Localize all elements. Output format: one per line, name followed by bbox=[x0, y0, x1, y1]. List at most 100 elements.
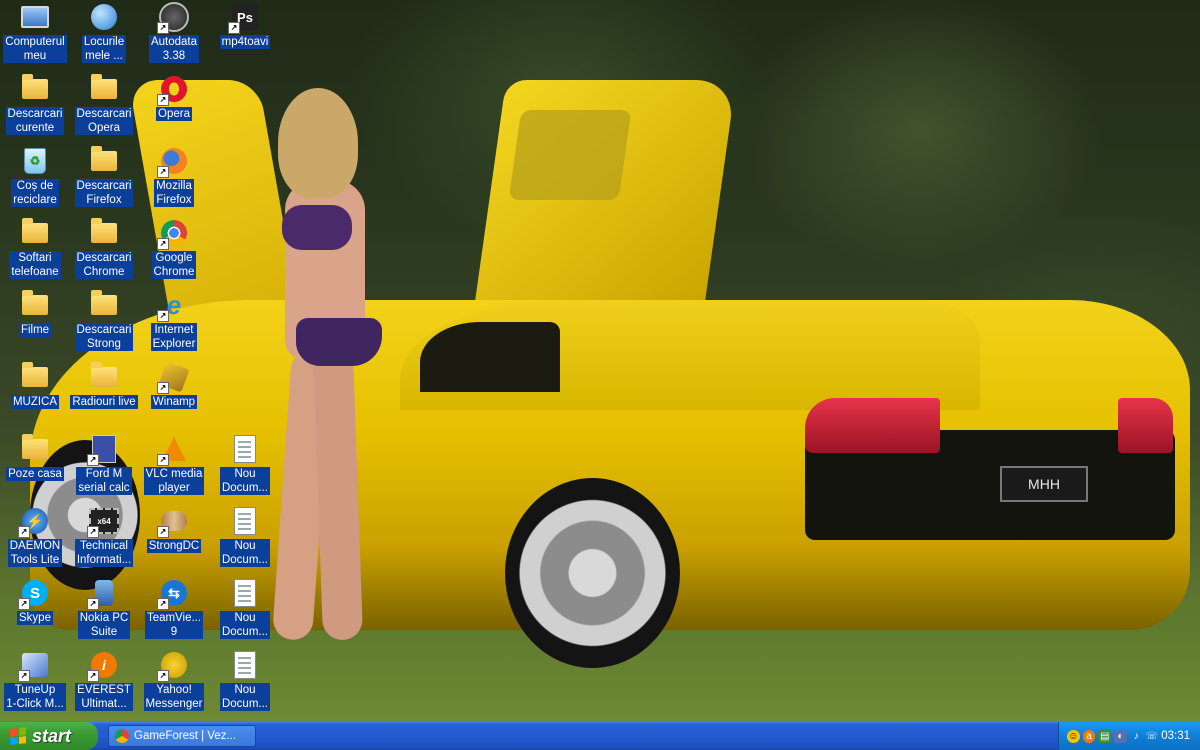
desktop-icon-mp4toavi[interactable]: Psmp4toavi bbox=[209, 2, 281, 72]
taskbar: start GameForest | Vez... ☺ a ▤ ◐ ♪ ☏ 03… bbox=[0, 722, 1200, 750]
phone-icon[interactable]: ☏ bbox=[1146, 730, 1159, 743]
desktop-icon-label: Descarcari Chrome bbox=[74, 251, 134, 279]
desktop-icon-label: Technical Informati... bbox=[74, 539, 134, 567]
folder-icon bbox=[89, 146, 119, 176]
skype-icon: S bbox=[18, 578, 50, 610]
yahoo-messenger-icon bbox=[157, 650, 189, 682]
desktop-icon-yahoo[interactable]: Yahoo! Messenger bbox=[138, 650, 210, 720]
desktop-icon-muzica[interactable]: MUZICA bbox=[0, 362, 71, 432]
desktop-icon-network[interactable]: Locurile mele ... bbox=[68, 2, 140, 72]
desktop-icon-dl-current[interactable]: Descarcari curente bbox=[0, 74, 71, 144]
clock[interactable]: 03:31 bbox=[1161, 730, 1190, 742]
desktop-icon-dl-firefox[interactable]: Descarcari Firefox bbox=[68, 146, 140, 216]
desktop-icon-autodata[interactable]: Autodata 3.38 bbox=[138, 2, 210, 72]
desktop-icon-label: VLC media player bbox=[143, 467, 205, 495]
desktop-icon-label: Filme bbox=[18, 323, 52, 337]
desktop-icon-label: EVEREST Ultimat... bbox=[75, 683, 133, 711]
opera-icon bbox=[157, 74, 189, 106]
desktop-icon-dl-chrome[interactable]: Descarcari Chrome bbox=[68, 218, 140, 288]
desktop-icon-nou3[interactable]: Nou Docum... bbox=[209, 578, 281, 648]
desktop-icon-opera[interactable]: Opera bbox=[138, 74, 210, 144]
desktop-icon-label: Descarcari Firefox bbox=[74, 179, 134, 207]
desktop-icon-ie[interactable]: eInternet Explorer bbox=[138, 290, 210, 360]
desktop-icon-techinfo[interactable]: x64Technical Informati... bbox=[68, 506, 140, 576]
desktop-icon-daemon[interactable]: ⚡DAEMON Tools Lite bbox=[0, 506, 71, 576]
desktop-icon-chrome[interactable]: Google Chrome bbox=[138, 218, 210, 288]
recycle-bin-icon: ♻ bbox=[20, 146, 50, 176]
taskbar-button-chrome[interactable]: GameForest | Vez... bbox=[108, 725, 256, 747]
desktop-icon-nou4[interactable]: Nou Docum... bbox=[209, 650, 281, 720]
desktop-icon-everest[interactable]: iEVEREST Ultimat... bbox=[68, 650, 140, 720]
desktop-icon-nou1[interactable]: Nou Docum... bbox=[209, 434, 281, 504]
folder-icon bbox=[89, 290, 119, 320]
folder-icon bbox=[20, 290, 50, 320]
desktop-icon-tuneup[interactable]: TuneUp 1-Click M... bbox=[0, 650, 71, 720]
desktop-icon-fordm[interactable]: Ford M serial calc bbox=[68, 434, 140, 504]
everest-icon: i bbox=[87, 650, 119, 682]
desktop-icon-recycle[interactable]: ♻ Coș de reciclare bbox=[0, 146, 71, 216]
strongdc-icon bbox=[157, 506, 189, 538]
desktop-icon-label: Descarcari Opera bbox=[74, 107, 134, 135]
text-document-icon bbox=[230, 650, 260, 680]
desktop-icon-label: Computerul meu bbox=[3, 35, 67, 63]
desktop-icon-label: Nou Docum... bbox=[219, 683, 270, 711]
windows-logo-icon bbox=[10, 727, 26, 745]
firefox-icon bbox=[157, 146, 189, 178]
desktop-icon-label: Skype bbox=[17, 611, 53, 625]
desktop-icon-vlc[interactable]: VLC media player bbox=[138, 434, 210, 504]
desktop-icon-label: mp4toavi bbox=[219, 35, 271, 49]
desktop-icon-label: MUZICA bbox=[10, 395, 60, 409]
desktop-icon-label: DAEMON Tools Lite bbox=[7, 539, 63, 567]
text-document-icon bbox=[230, 434, 260, 464]
folder-icon bbox=[89, 74, 119, 104]
desktop-icon-label: Softari telefoane bbox=[9, 251, 61, 279]
volume-icon[interactable]: ◐ bbox=[1114, 729, 1127, 743]
chip-icon: x64 bbox=[87, 506, 119, 538]
daemon-tools-icon: ⚡ bbox=[18, 506, 50, 538]
desktop-icon-label: Descarcari Strong bbox=[74, 323, 134, 351]
folder-icon bbox=[20, 218, 50, 248]
network-places-icon bbox=[89, 2, 119, 32]
desktop-icon-firefox[interactable]: Mozilla Firefox bbox=[138, 146, 210, 216]
desktop-icon-label: Poze casa bbox=[6, 467, 64, 481]
taskbar-button-label: GameForest | Vez... bbox=[134, 730, 237, 742]
desktop-icon-radio[interactable]: Radiouri live bbox=[68, 362, 140, 432]
tuneup-icon bbox=[18, 650, 50, 682]
desktop-icon-label: Autodata 3.38 bbox=[148, 35, 200, 63]
avast-icon[interactable]: a bbox=[1082, 729, 1096, 743]
desktop-icon-label: Google Chrome bbox=[151, 251, 197, 279]
desktop-icon-nou2[interactable]: Nou Docum... bbox=[209, 506, 281, 576]
folder-icon bbox=[89, 362, 119, 392]
desktop-icon-computer[interactable]: Computerul meu bbox=[0, 2, 71, 72]
chrome-icon bbox=[157, 218, 189, 250]
desktop-icon-label: Ford M serial calc bbox=[76, 467, 132, 495]
desktop-icon-label: Nou Docum... bbox=[219, 539, 270, 567]
desktop-icon-softari[interactable]: Softari telefoane bbox=[0, 218, 71, 288]
desktop-icon-winamp[interactable]: Winamp bbox=[138, 361, 210, 432]
desktop-icon-strongdc[interactable]: StrongDC bbox=[138, 506, 210, 576]
folder-icon bbox=[20, 434, 50, 464]
desktop-icon-nokia[interactable]: Nokia PC Suite bbox=[68, 578, 140, 648]
desktop-icon-label: Radiouri live bbox=[70, 395, 138, 409]
desktop-icon-dl-strong[interactable]: Descarcari Strong bbox=[68, 290, 140, 360]
network-icon[interactable]: ▤ bbox=[1098, 729, 1112, 743]
desktop-icon-label: StrongDC bbox=[146, 539, 202, 553]
chrome-icon bbox=[115, 729, 129, 743]
calculator-icon bbox=[87, 434, 119, 466]
start-button[interactable]: start bbox=[0, 722, 98, 750]
text-document-icon bbox=[230, 578, 260, 608]
system-tray: ☺ a ▤ ◐ ♪ ☏ 03:31 bbox=[1058, 722, 1200, 750]
desktop-icon-teamviewer[interactable]: ⇆TeamVie... 9 bbox=[138, 578, 210, 648]
desktop-icon-label: Winamp bbox=[150, 395, 198, 409]
folder-icon bbox=[20, 362, 50, 392]
desktop-icon-filme[interactable]: Filme bbox=[0, 290, 71, 360]
speaker-icon[interactable]: ♪ bbox=[1130, 730, 1143, 743]
desktop-icon-dl-opera[interactable]: Descarcari Opera bbox=[68, 74, 140, 144]
desktop-icons: Computerul meu Locurile mele ... Autodata … bbox=[0, 0, 1200, 722]
desktop-icon-poze[interactable]: Poze casa bbox=[0, 434, 71, 504]
folder-icon bbox=[20, 74, 50, 104]
smiley-icon[interactable]: ☺ bbox=[1067, 729, 1080, 743]
desktop-icon-label: TeamVie... 9 bbox=[144, 611, 204, 639]
nokia-icon bbox=[87, 578, 119, 610]
desktop-icon-skype[interactable]: SSkype bbox=[0, 578, 71, 648]
